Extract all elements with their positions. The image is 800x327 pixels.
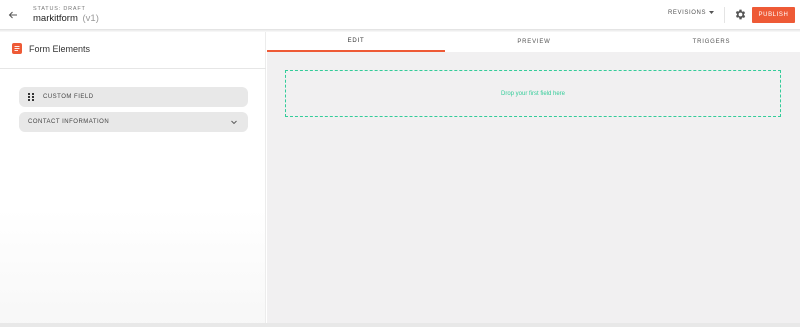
drop-zone[interactable]: Drop your first field here <box>285 70 781 117</box>
main-editor: EDIT PREVIEW TRIGGERS Drop your first fi… <box>267 32 800 327</box>
sidebar-title: Form Elements <box>29 44 91 54</box>
tab-edit[interactable]: EDIT <box>267 32 445 52</box>
drag-handle-icon[interactable] <box>28 93 34 101</box>
element-contact-information[interactable]: CONTACT INFORMATION <box>19 112 248 132</box>
element-label: CUSTOM FIELD <box>43 94 94 100</box>
gear-icon <box>735 9 746 20</box>
sidebar-header: Form Elements <box>0 32 266 69</box>
drop-zone-text: Drop your first field here <box>500 90 566 97</box>
revisions-label: REVISIONS <box>668 10 707 16</box>
form-icon <box>12 43 22 54</box>
tab-triggers[interactable]: TRIGGERS <box>623 32 800 52</box>
publish-button[interactable]: PUBLISH <box>752 7 795 23</box>
sidebar: Form Elements CUSTOM FIELD CONTACT INFOR… <box>0 32 266 327</box>
form-name: markitform <box>33 13 78 24</box>
caret-down-icon <box>709 11 715 14</box>
revisions-dropdown[interactable]: REVISIONS <box>668 10 715 16</box>
header-divider <box>724 7 725 23</box>
back-button[interactable] <box>6 8 20 22</box>
settings-button[interactable] <box>734 8 747 21</box>
form-title[interactable]: markitform (v1) <box>33 13 99 24</box>
tab-preview[interactable]: PREVIEW <box>445 32 623 52</box>
top-bar: STATUS: DRAFT markitform (v1) REVISIONS … <box>0 0 800 30</box>
editor-tabs: EDIT PREVIEW TRIGGERS <box>267 32 800 52</box>
element-label: CONTACT INFORMATION <box>28 119 110 125</box>
element-custom-field[interactable]: CUSTOM FIELD <box>19 87 248 107</box>
form-version: (v1) <box>82 13 99 24</box>
chevron-down-icon <box>231 120 237 125</box>
bottom-border <box>0 323 800 327</box>
status-label: STATUS: DRAFT <box>33 6 86 12</box>
arrow-left-icon <box>8 11 17 19</box>
